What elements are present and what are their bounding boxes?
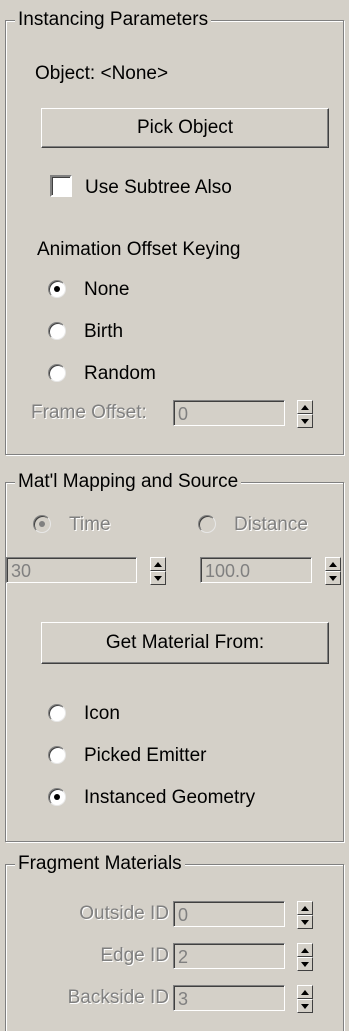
fragment-materials-title: Fragment Materials [15, 852, 185, 876]
radio-time[interactable] [33, 515, 51, 533]
distance-value-spinner[interactable] [325, 557, 341, 585]
outside-id-label: Outside ID [79, 903, 169, 924]
object-label: Object: <None> [35, 63, 169, 84]
radio-none[interactable] [48, 280, 66, 298]
frame-offset-label: Frame Offset: [31, 402, 147, 423]
animation-offset-heading: Animation Offset Keying [37, 239, 241, 260]
edge-id-label: Edge ID [100, 945, 169, 966]
radio-birth-label: Birth [84, 321, 124, 342]
radio-none-label: None [84, 279, 130, 300]
radio-instanced-geometry[interactable] [48, 788, 66, 806]
radio-distance-label: Distance [234, 514, 308, 535]
radio-distance[interactable] [198, 515, 216, 533]
radio-birth[interactable] [48, 322, 66, 340]
radio-icon[interactable] [48, 704, 66, 722]
radio-icon-label: Icon [84, 703, 120, 724]
outside-id-field[interactable]: 0 [173, 901, 285, 927]
instancing-parameters-title: Instancing Parameters [15, 8, 212, 32]
radio-random[interactable] [48, 364, 66, 382]
radio-picked-emitter[interactable] [48, 746, 66, 764]
backside-id-label: Backside ID [67, 987, 169, 1008]
outside-id-spinner[interactable] [297, 901, 313, 929]
backside-id-spinner[interactable] [297, 985, 313, 1013]
use-subtree-checkbox[interactable] [50, 175, 72, 197]
edge-id-spinner[interactable] [297, 943, 313, 971]
frame-offset-field[interactable]: 0 [173, 400, 285, 426]
frame-offset-spinner[interactable] [297, 400, 313, 428]
time-value-field[interactable]: 30 [6, 557, 137, 583]
get-material-label: Get Material From: [105, 632, 265, 653]
radio-time-label: Time [69, 514, 111, 535]
backside-id-field[interactable]: 3 [173, 985, 285, 1011]
mapping-source-title: Mat'l Mapping and Source [15, 470, 242, 494]
edge-id-field[interactable]: 2 [173, 943, 285, 969]
pick-object-label: Pick Object [136, 117, 234, 138]
radio-picked-emitter-label: Picked Emitter [84, 745, 207, 766]
distance-value-field[interactable]: 100.0 [200, 557, 312, 583]
time-value-spinner[interactable] [150, 557, 166, 585]
radio-instanced-geometry-label: Instanced Geometry [84, 787, 256, 808]
radio-random-label: Random [84, 363, 156, 384]
use-subtree-label: Use Subtree Also [85, 177, 232, 198]
pick-object-button[interactable]: Pick Object [41, 108, 329, 148]
get-material-button[interactable]: Get Material From: [41, 622, 329, 664]
